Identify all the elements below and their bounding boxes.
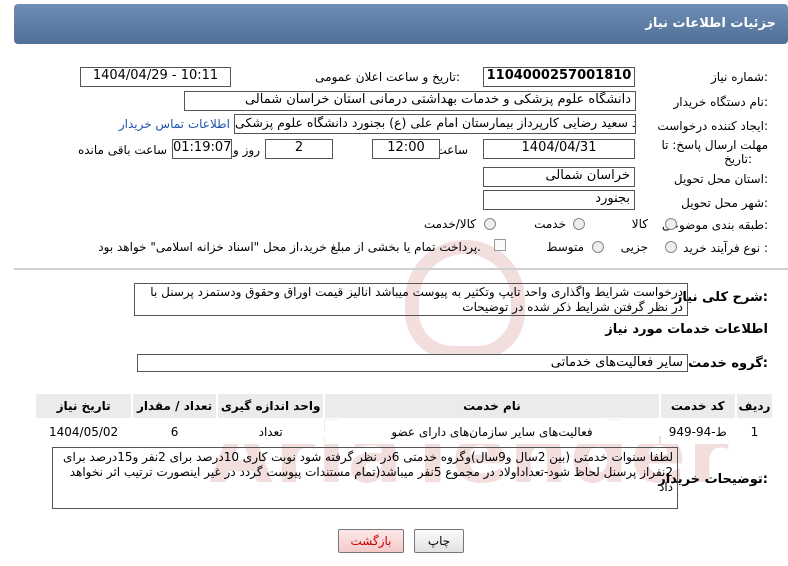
- remaining-label: ساعت باقی مانده: [77, 143, 167, 157]
- col-qty: تعداد / مقدار: [133, 394, 216, 418]
- service-group-label: گروه خدمت:: [688, 356, 768, 371]
- process-option-minor: جزیی: [620, 240, 648, 254]
- table-row: 1 ط-94-949 فعالیت‌های سایر سازمان‌های دا…: [36, 420, 772, 444]
- days-label: روز و: [233, 143, 260, 157]
- buyer-notes-textarea: لطفا سنوات خدمتی (بین 2سال و9سال)وگروه خ…: [52, 447, 678, 509]
- description-label: شرح کلی نیاز:: [674, 290, 768, 305]
- col-date: تاریخ نیاز: [36, 394, 132, 418]
- cell-name: فعالیت‌های سایر سازمان‌های دارای عضو: [325, 420, 659, 444]
- cell-date: 1404/05/02: [36, 420, 132, 444]
- category-radio-service[interactable]: [573, 218, 585, 230]
- services-table: ردیف کد خدمت نام خدمت واحد اندازه گیری ت…: [34, 392, 774, 446]
- cell-row: 1: [736, 420, 772, 444]
- buyer-field: دانشگاه علوم پزشکی و خدمات بهداشتی درمان…: [184, 91, 636, 111]
- table-header-row: ردیف کد خدمت نام خدمت واحد اندازه گیری ت…: [36, 394, 772, 418]
- category-option-service: خدمت: [534, 217, 566, 231]
- creator-label: ایجاد کننده درخواست:: [657, 119, 768, 133]
- need-number-field: 1104000257001810: [483, 67, 635, 87]
- process-option-medium: متوسط: [546, 240, 584, 254]
- deadline-time-field: 12:00: [372, 139, 440, 159]
- cell-unit: تعداد: [217, 420, 324, 444]
- category-option-goods-service: کالا/خدمت: [423, 217, 476, 231]
- description-textarea: درخواست شرایط واگذاری واحد تایپ وتکثیر ب…: [134, 283, 688, 316]
- service-group-field: سایر فعالیت‌های خدماتی: [137, 354, 688, 372]
- process-radio-medium[interactable]: [592, 241, 604, 253]
- page-title: جزئیات اطلاعات نیاز: [14, 4, 788, 44]
- divider: [14, 268, 788, 270]
- process-radio-minor[interactable]: [665, 241, 677, 253]
- col-name: نام خدمت: [325, 394, 659, 418]
- category-radio-goods[interactable]: [665, 218, 677, 230]
- deadline-time-label: ساعت: [435, 143, 468, 157]
- creator-field: سید سعید رضایی کارپرداز بیمارستان امام ع…: [234, 114, 636, 134]
- city-field: بجنورد: [483, 190, 635, 210]
- back-button[interactable]: بازگشت: [338, 529, 404, 553]
- category-label: طبقه بندی موضوعی:: [661, 218, 768, 232]
- remaining-time-field: 01:19:07: [172, 139, 232, 159]
- deadline-date-field: 1404/04/31: [483, 139, 635, 159]
- cell-code: ط-94-949: [660, 420, 735, 444]
- days-field: 2: [265, 139, 333, 159]
- deadline-date-label: تاریخ:: [724, 152, 752, 166]
- need-number-label: شماره نیاز:: [710, 70, 768, 84]
- category-radio-goods-service[interactable]: [484, 218, 496, 230]
- services-section-title: اطلاعات خدمات مورد نیاز: [605, 322, 768, 337]
- buyer-label: نام دستگاه خریدار:: [673, 95, 769, 109]
- col-unit: واحد اندازه گیری: [217, 394, 324, 418]
- province-field: خراسان شمالی: [483, 167, 635, 187]
- category-option-goods: کالا: [631, 217, 648, 231]
- print-button[interactable]: چاپ: [414, 529, 464, 553]
- announce-label: تاریخ و ساعت اعلان عمومی:: [315, 70, 460, 84]
- process-label: نوع فرآیند خرید :: [683, 241, 768, 255]
- announce-field: 1404/04/29 - 10:11: [80, 67, 231, 87]
- col-code: کد خدمت: [660, 394, 735, 418]
- province-label: استان محل تحویل:: [673, 172, 768, 186]
- city-label: شهر محل تحویل:: [681, 196, 768, 210]
- payment-note: پرداخت تمام یا بخشی از مبلغ خرید،از محل …: [98, 240, 481, 254]
- deadline-label: مهلت ارسال پاسخ: تا: [661, 138, 768, 152]
- col-row: ردیف: [736, 394, 772, 418]
- contact-buyer-link[interactable]: اطلاعات تماس خریدار: [119, 117, 230, 131]
- treasury-payment-checkbox[interactable]: [494, 239, 506, 251]
- cell-qty: 6: [133, 420, 216, 444]
